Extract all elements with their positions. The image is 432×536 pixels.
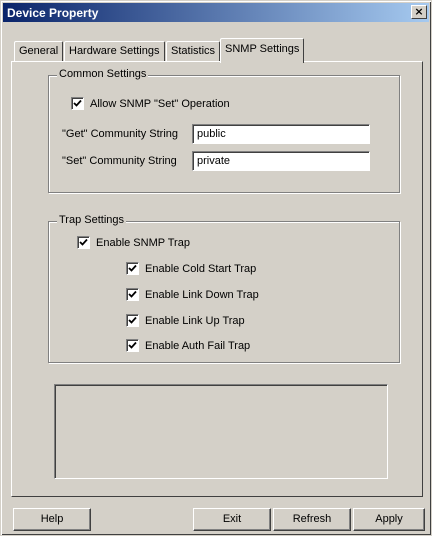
checkbox-label: Enable Link Down Trap: [145, 288, 259, 301]
title-bar[interactable]: Device Property ×: [3, 3, 429, 22]
checkbox-label: Enable Cold Start Trap: [145, 262, 257, 275]
device-property-window: Device Property × General Hardware Setti…: [0, 0, 432, 536]
enable-snmp-trap-checkbox[interactable]: Enable SNMP Trap: [77, 236, 190, 249]
set-community-input[interactable]: private: [192, 151, 370, 171]
allow-snmp-set-checkbox[interactable]: Allow SNMP "Set" Operation: [71, 97, 230, 110]
tab-label: General: [19, 45, 59, 57]
group-legend: Common Settings: [57, 68, 149, 80]
checkmark-icon: [128, 341, 137, 349]
checkbox-box[interactable]: [77, 236, 90, 249]
exit-button[interactable]: Exit: [193, 508, 271, 531]
common-settings-group: Common Settings Allow SNMP "Set" Operati…: [48, 68, 400, 193]
checkmark-icon: [73, 99, 82, 107]
enable-link-down-trap-checkbox[interactable]: Enable Link Down Trap: [126, 288, 259, 301]
get-community-label: "Get" Community String: [62, 128, 179, 140]
tab-statistics[interactable]: Statistics: [166, 41, 221, 61]
tab-label: Statistics: [171, 45, 216, 57]
button-label: Exit: [222, 513, 242, 525]
help-button[interactable]: Help: [13, 508, 91, 531]
enable-link-up-trap-checkbox[interactable]: Enable Link Up Trap: [126, 314, 245, 327]
tab-general[interactable]: General: [14, 41, 64, 61]
checkbox-box[interactable]: [126, 288, 139, 301]
close-icon: ×: [414, 5, 424, 18]
checkbox-label: Enable SNMP Trap: [96, 236, 190, 249]
checkmark-icon: [128, 290, 137, 298]
window-title: Device Property: [7, 6, 99, 20]
button-label: Refresh: [292, 513, 332, 525]
tab-snmp-settings[interactable]: SNMP Settings: [220, 38, 305, 63]
checkmark-icon: [79, 238, 88, 246]
tab-label: Hardware Settings: [69, 45, 160, 57]
checkbox-label: Allow SNMP "Set" Operation: [90, 97, 230, 110]
checkbox-box[interactable]: [126, 339, 139, 352]
enable-cold-start-trap-checkbox[interactable]: Enable Cold Start Trap: [126, 262, 256, 275]
checkmark-icon: [128, 316, 137, 324]
trap-settings-group: Trap Settings Enable SNMP Trap Enable Co…: [48, 214, 400, 363]
button-label: Help: [40, 513, 64, 525]
set-community-label: "Set" Community String: [62, 155, 177, 167]
get-community-input[interactable]: public: [192, 124, 370, 144]
group-legend: Trap Settings: [57, 214, 127, 226]
checkbox-label: Enable Auth Fail Trap: [145, 339, 251, 352]
tab-label: SNMP Settings: [225, 43, 300, 55]
close-button[interactable]: ×: [411, 5, 427, 19]
checkbox-box[interactable]: [126, 314, 139, 327]
tab-hardware-settings[interactable]: Hardware Settings: [64, 41, 165, 61]
checkmark-icon: [128, 264, 137, 272]
info-panel: [54, 384, 388, 479]
checkbox-box[interactable]: [71, 97, 84, 110]
snmp-settings-panel: Common Settings Allow SNMP "Set" Operati…: [11, 61, 423, 497]
refresh-button[interactable]: Refresh: [273, 508, 351, 531]
button-label: Apply: [375, 513, 403, 525]
apply-button[interactable]: Apply: [353, 508, 425, 531]
enable-auth-fail-trap-checkbox[interactable]: Enable Auth Fail Trap: [126, 339, 250, 352]
checkbox-box[interactable]: [126, 262, 139, 275]
checkbox-label: Enable Link Up Trap: [145, 314, 245, 327]
